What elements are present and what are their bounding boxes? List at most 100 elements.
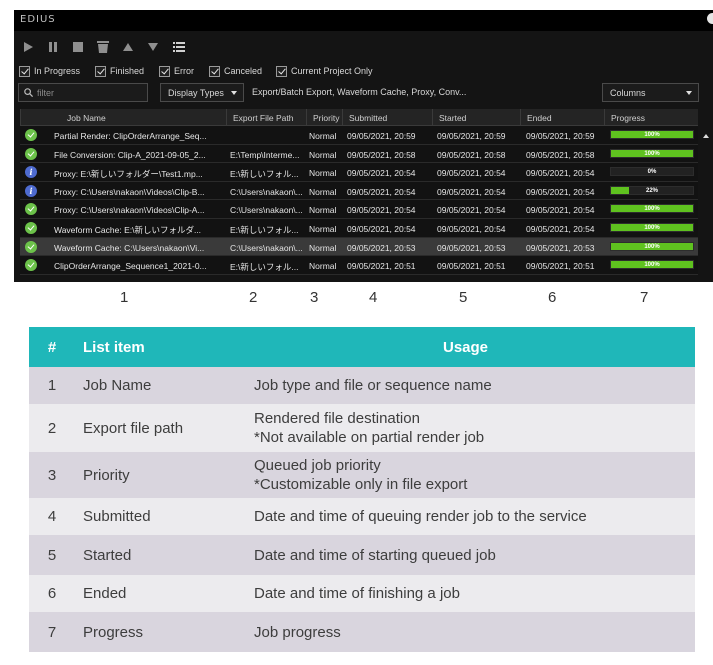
columns-label: Columns: [610, 88, 646, 98]
header-priority[interactable]: Priority: [306, 109, 342, 126]
play-icon[interactable]: [17, 37, 39, 57]
search-icon: [24, 88, 33, 97]
submitted-cell: 09/05/2021, 20:54: [347, 205, 416, 216]
progress-label: 100%: [644, 206, 660, 213]
priority-cell: Normal: [309, 168, 337, 179]
header-ended[interactable]: Ended: [520, 109, 604, 126]
submitted-cell: 09/05/2021, 20:53: [347, 242, 416, 253]
list-icon[interactable]: [168, 37, 190, 57]
checkbox-icon[interactable]: [95, 65, 106, 77]
priority-cell: Normal: [309, 242, 337, 253]
window-menu-icon[interactable]: [707, 13, 713, 24]
reference-row: 6 Ended Date and time of finishing a job: [29, 575, 695, 612]
checkbox-icon[interactable]: [209, 65, 220, 77]
job-row[interactable]: Proxy: C:\Users\nakaon\Videos\Clip-A... C…: [20, 200, 698, 219]
ended-cell: 09/05/2021, 20:59: [526, 131, 595, 141]
search-box[interactable]: [18, 83, 148, 102]
job-row[interactable]: ClipOrderArrange_Sequence1_2021-0... E:\新…: [20, 256, 698, 275]
reference-list-item: Started: [75, 535, 254, 575]
progress-label: 100%: [644, 243, 660, 250]
started-cell: 09/05/2021, 20:59: [437, 131, 506, 141]
completed-check-icon: [25, 221, 37, 234]
scroll-up-icon[interactable]: [703, 134, 709, 138]
column-number-3: 3: [310, 289, 319, 306]
submitted-cell: 09/05/2021, 20:51: [347, 261, 416, 272]
header-export-file-path[interactable]: Export File Path: [226, 109, 306, 126]
priority-cell: Normal: [309, 131, 337, 141]
submitted-cell: 09/05/2021, 20:54: [347, 168, 416, 179]
move-up-icon[interactable]: [117, 37, 139, 57]
ended-cell: 09/05/2021, 20:54: [526, 205, 595, 216]
column-number-7: 7: [640, 289, 649, 306]
toolbar: [14, 37, 713, 57]
reference-list-item: Priority: [75, 452, 254, 498]
filter-current-project-only[interactable]: Current Project Only: [276, 63, 373, 79]
reference-table-body: 1 Job Name Job type and file or sequence n…: [29, 367, 695, 652]
usage-line: Job progress: [254, 623, 341, 641]
progress-bar: 100%: [610, 260, 694, 270]
columns-dropdown[interactable]: Columns: [602, 83, 699, 102]
job-row[interactable]: Waveform Cache: C:\Users\nakaon\Vi... C:\…: [20, 237, 698, 257]
progress-label: 100%: [644, 224, 660, 231]
reference-row: 3 Priority Queued job priority *Customizabl…: [29, 452, 695, 498]
job-row[interactable]: i Proxy: E:\新しいフォルダー\Test1.mp... E:\新しいフォル…: [20, 163, 698, 182]
controls-row: Display Types Export/Batch Export, Wavef…: [14, 83, 713, 103]
job-row[interactable]: i Proxy: C:\Users\nakaon\Videos\Clip-B...…: [20, 181, 698, 201]
usage-line: *Customizable only in file export: [254, 476, 468, 493]
reference-number: 2: [29, 404, 75, 452]
reference-usage: Date and time of queuing render job to t…: [254, 498, 695, 535]
progress-bar: 100%: [610, 222, 694, 232]
job-row[interactable]: File Conversion: Clip-A_2021-09-05_2... E…: [20, 144, 698, 164]
export-path-cell: E:\新しいフォル...: [230, 262, 299, 273]
stop-icon[interactable]: [67, 37, 89, 57]
ended-cell: 09/05/2021, 20:54: [526, 223, 595, 234]
usage-line: Date and time of starting queued job: [254, 546, 496, 564]
reference-usage: Job progress: [254, 612, 695, 652]
filter-in-progress[interactable]: In Progress: [19, 63, 80, 79]
job-row[interactable]: Partial Render: ClipOrderArrange_Seq... N…: [20, 126, 698, 145]
job-list: Job Name Export File Path Priority Submitte…: [20, 109, 698, 275]
submitted-cell: 09/05/2021, 20:54: [347, 223, 416, 234]
header-number: #: [47, 338, 57, 356]
usage-line: *Not available on partial render job: [254, 429, 485, 446]
display-types-label: Display Types: [168, 88, 224, 98]
progress-label: 22%: [645, 187, 658, 194]
ended-cell: 09/05/2021, 20:54: [526, 186, 595, 197]
usage-line: Queued job priority: [254, 457, 381, 474]
job-row[interactable]: Waveform Cache: E:\新しいフォルダ... E:\新しいフォル..…: [20, 218, 698, 238]
header-submitted[interactable]: Submitted: [342, 109, 432, 126]
reference-usage: Rendered file destination *Not available …: [254, 404, 695, 452]
header-started[interactable]: Started: [432, 109, 520, 126]
column-number-1: 1: [120, 289, 129, 306]
checkbox-icon[interactable]: [159, 65, 170, 77]
export-path-cell: E:\新しいフォル...: [230, 169, 299, 180]
job-name-cell: Waveform Cache: E:\新しいフォルダ...: [54, 224, 202, 235]
chevron-down-icon: [231, 91, 237, 95]
priority-cell: Normal: [309, 149, 337, 160]
started-cell: 09/05/2021, 20:54: [437, 168, 506, 179]
header-progress[interactable]: Progress: [604, 109, 698, 126]
checkbox-icon[interactable]: [19, 65, 30, 77]
ended-cell: 09/05/2021, 20:54: [526, 168, 595, 179]
delete-icon[interactable]: [92, 37, 114, 57]
app-title: EDIUS: [20, 14, 56, 25]
reference-row: 7 Progress Job progress: [29, 612, 695, 652]
filter-error[interactable]: Error: [159, 63, 194, 79]
checkbox-icon[interactable]: [276, 65, 287, 77]
column-number-6: 6: [548, 289, 557, 306]
completed-check-icon: [25, 259, 37, 272]
ended-cell: 09/05/2021, 20:58: [526, 149, 595, 160]
job-name-cell: Partial Render: ClipOrderArrange_Seq...: [54, 131, 207, 141]
header-usage: Usage: [443, 338, 489, 356]
started-cell: 09/05/2021, 20:53: [437, 242, 506, 253]
filter-canceled[interactable]: Canceled: [209, 63, 262, 79]
display-types-dropdown[interactable]: Display Types: [160, 83, 244, 102]
header-job-name[interactable]: Job Name: [20, 109, 226, 126]
completed-check-icon: [25, 203, 37, 216]
move-down-icon[interactable]: [142, 37, 164, 57]
pause-icon[interactable]: [42, 37, 64, 57]
progress-label: 100%: [644, 132, 660, 138]
filter-finished[interactable]: Finished: [95, 63, 144, 79]
job-name-cell: File Conversion: Clip-A_2021-09-05_2...: [54, 149, 206, 160]
search-input[interactable]: [37, 86, 142, 99]
